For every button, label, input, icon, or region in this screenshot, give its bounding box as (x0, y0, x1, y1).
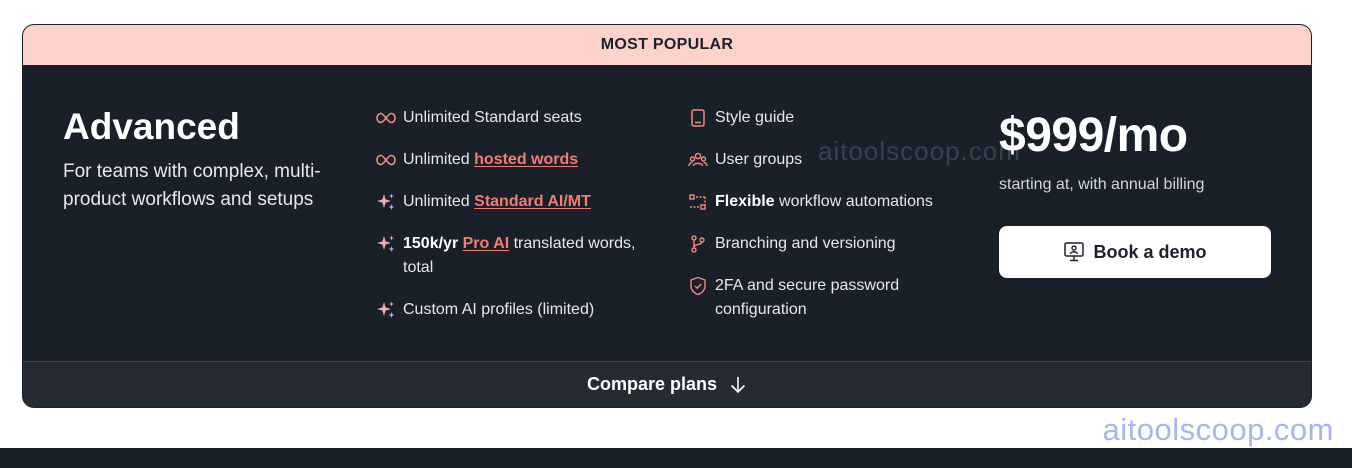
compare-plans-label: Compare plans (586, 374, 718, 394)
standard-ai-mt-link[interactable]: Standard AI/MT (474, 193, 591, 210)
feature-user-groups: User groups (687, 148, 967, 172)
feature-label: Style guide (715, 109, 795, 126)
feature-style-guide: Style guide (687, 106, 967, 130)
plan-title: Advanced (63, 106, 240, 147)
feature-label: Unlimited Standard AI/MT (403, 193, 591, 210)
feature-list-primary: Unlimited Standard seats Unlimited hoste… (375, 106, 665, 340)
pro-ai-link[interactable]: Pro AI (463, 235, 510, 252)
most-popular-banner: MOST POPULAR (23, 25, 1311, 66)
feature-pro-ai: 150k/yr Pro AI translated words, total (375, 232, 665, 280)
feature-branching: Branching and versioning (687, 232, 967, 256)
sparkle-icon (375, 190, 397, 214)
book-demo-label: Book a demo (1093, 241, 1207, 262)
feature-custom-ai-profiles: Custom AI profiles (limited) (375, 298, 665, 322)
feature-label: Flexible workflow automations (715, 193, 933, 210)
infinity-icon (375, 106, 397, 130)
feature-2fa: 2FA and secure password configuration (687, 274, 967, 322)
workflow-icon (687, 190, 709, 214)
feature-workflow-automations: Flexible workflow automations (687, 190, 967, 214)
plan-description: For teams with complex, multi-product wo… (63, 161, 321, 210)
plan-price: $999/mo (999, 109, 1188, 162)
feature-standard-ai: Unlimited Standard AI/MT (375, 190, 665, 214)
feature-unlimited-seats: Unlimited Standard seats (375, 106, 665, 130)
watermark-outer: aitoolscoop.com (1102, 412, 1334, 447)
document-icon (687, 106, 709, 130)
shield-icon (687, 274, 709, 298)
presentation-icon (1063, 241, 1085, 263)
feature-hosted-words: Unlimited hosted words (375, 148, 665, 172)
feature-label: 2FA and secure password configuration (715, 277, 900, 318)
price-note: starting at, with annual billing (999, 176, 1205, 193)
users-icon (687, 148, 709, 172)
book-demo-button[interactable]: Book a demo (999, 226, 1271, 278)
branch-icon (687, 232, 709, 256)
sparkle-icon (375, 232, 397, 256)
card-content: Advanced For teams with complex, multi-p… (23, 66, 1311, 362)
pricing-card: MOST POPULAR Advanced For teams with com… (22, 24, 1312, 408)
hosted-words-link[interactable]: hosted words (474, 151, 578, 168)
feature-list-secondary: Style guide User groups Flexible workflo… (687, 106, 967, 340)
page-bottom-strip (0, 448, 1352, 468)
feature-label: Unlimited Standard seats (403, 109, 582, 126)
compare-plans-button[interactable]: Compare plans (23, 361, 1311, 407)
feature-label: Branching and versioning (715, 235, 896, 252)
feature-label: Custom AI profiles (limited) (403, 301, 595, 318)
feature-label: User groups (715, 151, 803, 168)
sparkle-icon (375, 298, 397, 322)
feature-label: 150k/yr Pro AI translated words, total (403, 235, 636, 276)
feature-label: Unlimited hosted words (403, 151, 579, 168)
infinity-icon (375, 148, 397, 172)
arrow-down-icon (729, 375, 747, 395)
